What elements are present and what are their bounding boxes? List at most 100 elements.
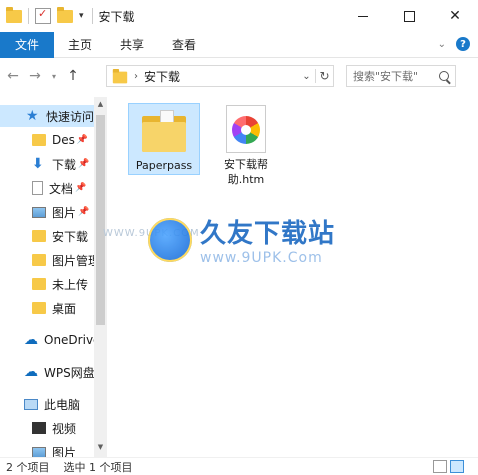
star-icon: ★ — [26, 108, 39, 124]
toolbar-divider — [91, 8, 93, 24]
sidebar-item-onedrive[interactable]: ☁ OneDrive — [0, 329, 94, 351]
sidebar-item-label: 此电脑 — [44, 397, 81, 412]
breadcrumb-current[interactable]: 安下载 — [144, 68, 180, 85]
sidebar-item-pictures-pc[interactable]: 图片 — [0, 441, 94, 457]
help-icon[interactable]: ? — [456, 37, 470, 51]
search-input[interactable]: 搜索"安下载" — [346, 65, 456, 87]
scrollbar-thumb[interactable] — [96, 115, 105, 325]
sidebar-item-videos[interactable]: 视频 — [0, 417, 94, 439]
sidebar-item-pictures[interactable]: 图片 📌 — [0, 201, 94, 223]
view-toggle — [430, 460, 464, 473]
expand-ribbon-chevron-icon[interactable]: ⌄ — [438, 39, 446, 50]
sidebar-item-label: OneDrive — [44, 333, 94, 347]
properties-icon[interactable] — [35, 7, 51, 24]
sidebar-item-picture-manager[interactable]: 图片管理 — [0, 249, 94, 271]
refresh-icon[interactable]: ↻ — [315, 69, 333, 83]
scroll-up-icon[interactable]: ▲ — [94, 100, 107, 108]
file-name: Paperpass — [135, 159, 193, 172]
forward-arrow-icon[interactable]: → — [26, 68, 44, 84]
address-history-chevron-icon[interactable]: ⌄ — [297, 70, 315, 82]
sidebar-item-this-pc[interactable]: 此电脑 — [0, 393, 94, 415]
right-edge — [468, 97, 478, 457]
tab-share[interactable]: 共享 — [106, 32, 158, 58]
title-bar: ▾ 安下载 ✕ — [0, 0, 478, 32]
tab-home[interactable]: 主页 — [54, 32, 106, 58]
selection-count: 选中 1 个项目 — [63, 460, 133, 474]
sidebar-item-not-uploaded[interactable]: 未上传 — [0, 273, 94, 295]
navigation-pane: ★ 快速访问 Des 📌 ⬇ 下载 📌 文档 📌 图片 📌 安下载 图片管理 未… — [0, 97, 107, 457]
htm-file-icon — [226, 105, 266, 153]
pictures-icon — [32, 206, 46, 218]
customize-toolbar-chevron-icon[interactable]: ▾ — [79, 11, 84, 21]
video-icon — [32, 422, 46, 434]
pin-icon: 📌 — [78, 159, 90, 169]
sidebar-item-desktop-folder[interactable]: 桌面 — [0, 297, 94, 319]
watermark-logo-icon — [148, 217, 192, 262]
sidebar-item-downloads[interactable]: ⬇ 下载 📌 — [0, 153, 94, 175]
pin-icon: 📌 — [76, 135, 89, 145]
file-name: 安下载帮 助.htm — [224, 157, 268, 187]
ribbon-right-controls: ⌄ ? — [438, 37, 470, 51]
tab-file[interactable]: 文件 — [0, 31, 55, 58]
sidebar-item-label: 安下载 — [52, 229, 89, 244]
navigation-row: ← → ▾ ↑ › 安下载 ⌄ ↻ 搜索"安下载" — [0, 59, 478, 93]
search-placeholder: 搜索"安下载" — [353, 70, 419, 83]
file-list: Paperpass 安下载帮 助.htm — [108, 97, 468, 457]
details-view-icon[interactable] — [433, 460, 447, 473]
folder-icon — [32, 302, 46, 314]
sidebar-item-label: 文档 — [49, 181, 74, 196]
folder-icon[interactable] — [6, 7, 22, 24]
file-item-help-htm[interactable]: 安下载帮 助.htm — [210, 103, 282, 187]
folder-icon — [32, 134, 46, 146]
address-bar-controls: ⌄ ↻ — [297, 66, 333, 86]
file-name-line2: 助.htm — [227, 173, 265, 186]
close-icon: ✕ — [449, 8, 461, 24]
folder-icon — [112, 68, 128, 83]
document-icon — [32, 181, 43, 195]
up-arrow-icon[interactable]: ↑ — [64, 68, 82, 84]
watermark: 久友下载站 www.9UPK.Com — [148, 213, 335, 266]
sidebar-item-label: 图片 — [52, 445, 77, 458]
minimize-button[interactable] — [340, 0, 386, 32]
sidebar-item-anxiazai[interactable]: 安下载 — [0, 225, 94, 247]
folder-icon — [140, 110, 188, 154]
cloud-icon: ☁ — [24, 332, 38, 348]
sidebar-item-label: 未上传 — [52, 277, 89, 292]
watermark-url: www.9UPK.Com — [200, 250, 323, 266]
folder-icon — [32, 230, 46, 242]
tab-view[interactable]: 查看 — [158, 32, 210, 58]
large-icons-view-icon[interactable] — [450, 460, 464, 473]
scroll-down-icon[interactable]: ▼ — [94, 443, 107, 451]
file-name-line1: 安下载帮 — [224, 158, 268, 171]
sidebar-item-label: 下载 — [52, 157, 77, 172]
toolbar-divider — [28, 8, 29, 24]
sidebar-item-wps-drive[interactable]: ☁ WPS网盘 — [0, 361, 94, 383]
sidebar-item-label: 图片 — [52, 205, 77, 220]
sidebar-item-label: 图片管理 — [52, 253, 94, 268]
cloud-icon: ☁ — [24, 364, 38, 380]
watermark-title: 久友下载站 — [200, 219, 336, 249]
back-arrow-icon[interactable]: ← — [4, 68, 22, 84]
sidebar-item-label: 桌面 — [52, 301, 77, 316]
folder-icon — [32, 278, 46, 290]
window-controls: ✕ — [340, 0, 478, 32]
navigation-pane-scrollbar[interactable]: ▲ ▼ — [94, 97, 107, 457]
file-item-paperpass[interactable]: Paperpass — [128, 103, 200, 175]
quick-access-toolbar: ▾ — [0, 0, 99, 32]
folder-icon — [32, 254, 46, 266]
maximize-button[interactable] — [386, 0, 432, 32]
sidebar-item-label: 快速访问 — [46, 109, 94, 124]
new-folder-icon[interactable] — [57, 7, 73, 24]
pin-icon: 📌 — [75, 183, 87, 193]
sidebar-item-quick-access[interactable]: ★ 快速访问 — [0, 105, 94, 127]
address-bar[interactable]: › 安下载 ⌄ ↻ — [106, 65, 334, 87]
sidebar-item-desktop[interactable]: Des 📌 — [0, 129, 94, 151]
search-icon[interactable] — [439, 71, 449, 81]
close-button[interactable]: ✕ — [432, 0, 478, 32]
breadcrumb-chevron-icon[interactable]: › — [134, 71, 138, 82]
pin-icon: 📌 — [78, 207, 90, 217]
computer-icon — [24, 398, 38, 410]
sidebar-item-documents[interactable]: 文档 📌 — [0, 177, 94, 199]
recent-locations-chevron-icon[interactable]: ▾ — [48, 72, 60, 81]
ribbon-tabs: 文件 主页 共享 查看 ⌄ ? — [0, 31, 478, 58]
